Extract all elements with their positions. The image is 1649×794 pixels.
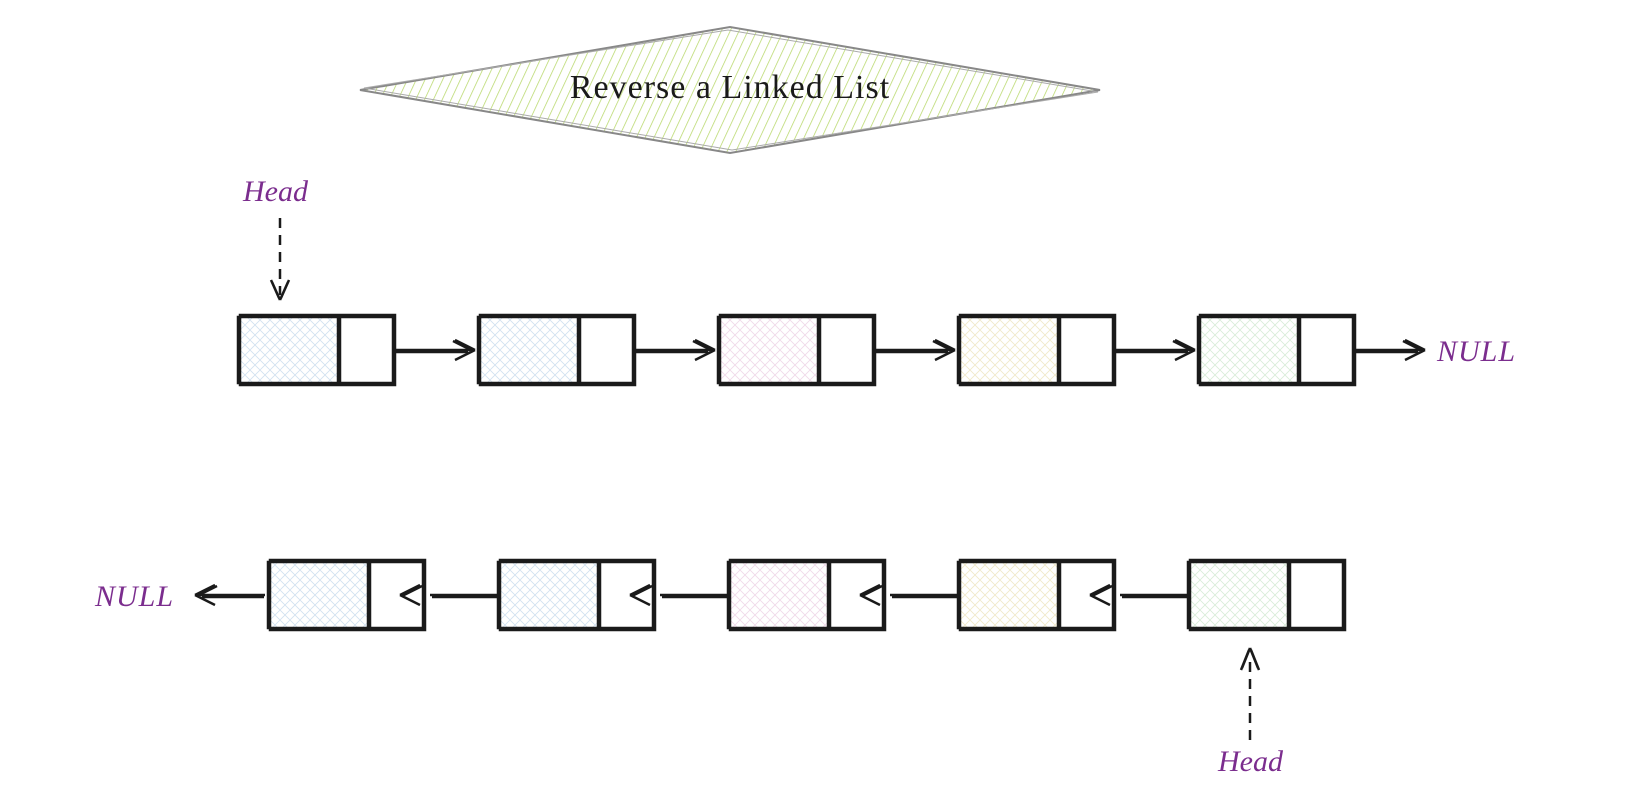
next-arrow xyxy=(1115,340,1195,360)
next-arrow xyxy=(875,340,955,360)
next-arrow xyxy=(635,340,715,360)
next-arrow xyxy=(1355,340,1425,360)
head-pointer-arrow-bottom xyxy=(1241,648,1259,740)
prev-arrow xyxy=(195,585,265,605)
list-node xyxy=(1188,560,1345,630)
prev-arrow xyxy=(1090,585,1190,605)
list-node xyxy=(1198,315,1355,385)
list-node xyxy=(238,315,395,385)
list-node xyxy=(958,315,1115,385)
linked-list-diagram xyxy=(0,0,1649,794)
prev-arrow xyxy=(400,585,500,605)
row2 xyxy=(195,560,1345,630)
list-node xyxy=(478,315,635,385)
next-arrow xyxy=(395,340,475,360)
list-node xyxy=(718,315,875,385)
prev-arrow xyxy=(630,585,730,605)
row1 xyxy=(238,315,1425,385)
prev-arrow xyxy=(860,585,960,605)
head-pointer-arrow-top xyxy=(271,218,289,300)
